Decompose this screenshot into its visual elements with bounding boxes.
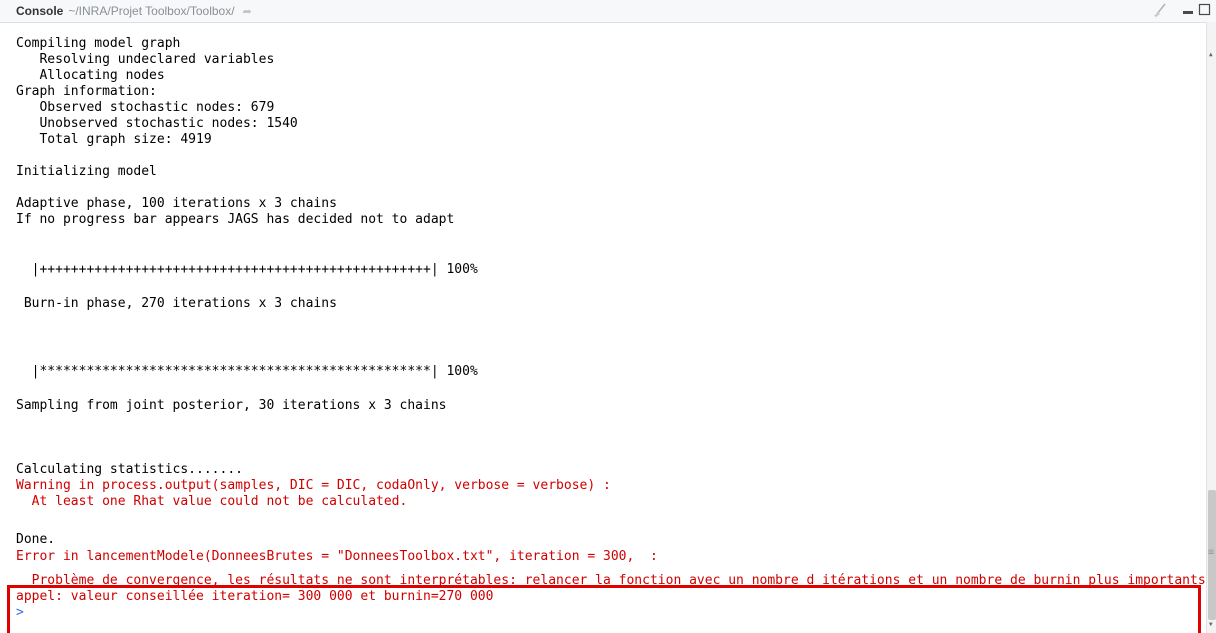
titlebar-controls bbox=[1152, 2, 1212, 18]
console-error-line: Error in lancementModele(DonneesBrutes =… bbox=[16, 549, 658, 564]
console-error-line: At least one Rhat value could not be cal… bbox=[16, 494, 408, 509]
console-prompt[interactable]: > bbox=[16, 605, 24, 621]
arrow-right-icon[interactable]: ➦ bbox=[243, 5, 252, 18]
console-line: Compiling model graph bbox=[16, 36, 181, 51]
console-line: Sampling from joint posterior, 30 iterat… bbox=[16, 398, 447, 413]
scroll-up-icon[interactable]: ▲ bbox=[1209, 52, 1213, 58]
console-line: |***************************************… bbox=[16, 364, 478, 379]
console-line: Adaptive phase, 100 iterations x 3 chain… bbox=[16, 196, 337, 211]
console-error-line: Warning in process.output(samples, DIC =… bbox=[16, 478, 611, 493]
console-line: Observed stochastic nodes: 679 bbox=[16, 100, 275, 115]
console-line: Initializing model bbox=[16, 164, 157, 179]
console-line: Calculating statistics....... bbox=[16, 462, 243, 477]
console-line: Unobserved stochastic nodes: 1540 bbox=[16, 116, 298, 131]
console-line: Total graph size: 4919 bbox=[16, 132, 212, 147]
working-directory-path[interactable]: ~/INRA/Projet Toolbox/Toolbox/ bbox=[68, 4, 234, 18]
maximize-icon[interactable] bbox=[1198, 3, 1212, 17]
console-titlebar: Console ~/INRA/Projet Toolbox/Toolbox/ ➦ bbox=[0, 0, 1216, 23]
console-line: Burn-in phase, 270 iterations x 3 chains bbox=[16, 296, 337, 311]
console-error-line: Problème de convergence, les résultats n… bbox=[16, 573, 1206, 588]
console-line: Done. bbox=[16, 532, 56, 547]
console-line: |+++++++++++++++++++++++++++++++++++++++… bbox=[16, 262, 478, 277]
minimize-icon[interactable] bbox=[1182, 3, 1196, 17]
broom-icon[interactable] bbox=[1152, 2, 1168, 18]
console-line: If no progress bar appears JAGS has deci… bbox=[16, 212, 455, 227]
console-line: Resolving undeclared variables bbox=[16, 52, 275, 67]
console-scrollbar[interactable]: ▲ ▼ bbox=[1206, 22, 1216, 633]
console-output[interactable]: Compiling model graph Resolving undeclar… bbox=[0, 36, 1206, 633]
console-title: Console bbox=[16, 4, 64, 18]
console-error-line: appel: valeur conseillée iteration= 300 … bbox=[16, 589, 494, 604]
scroll-down-icon[interactable]: ▼ bbox=[1209, 622, 1213, 628]
resize-grip-icon[interactable]: ≡ bbox=[1206, 546, 1216, 560]
console-line: Graph information: bbox=[16, 84, 157, 99]
console-line: Allocating nodes bbox=[16, 68, 165, 83]
